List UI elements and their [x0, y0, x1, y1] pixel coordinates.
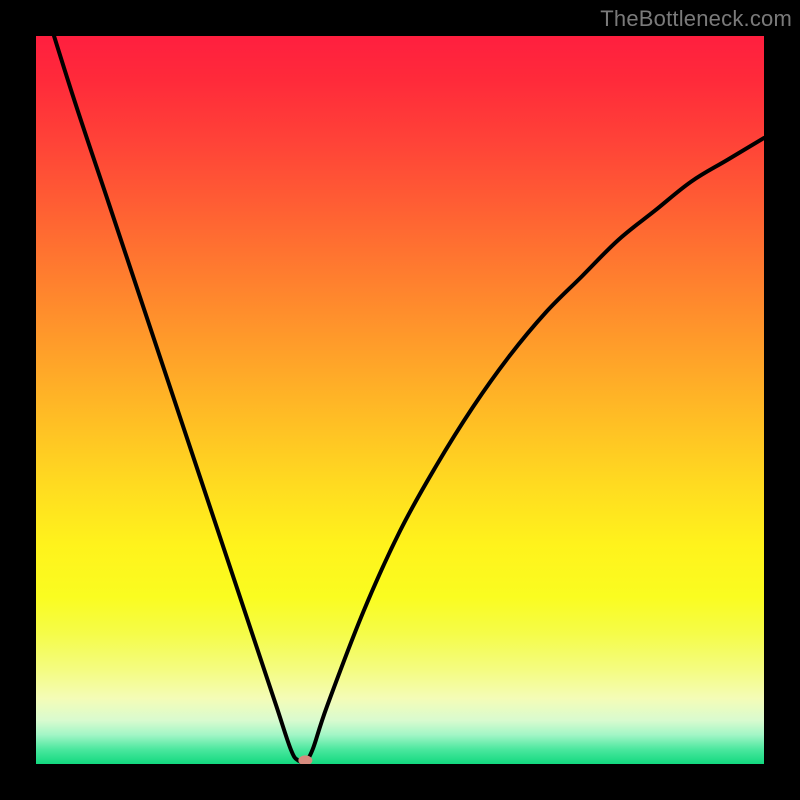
curve-layer	[36, 36, 764, 764]
bottleneck-curve	[36, 36, 764, 762]
watermark-label: TheBottleneck.com	[600, 6, 792, 32]
plot-area	[36, 36, 764, 764]
chart-frame: TheBottleneck.com	[0, 0, 800, 800]
